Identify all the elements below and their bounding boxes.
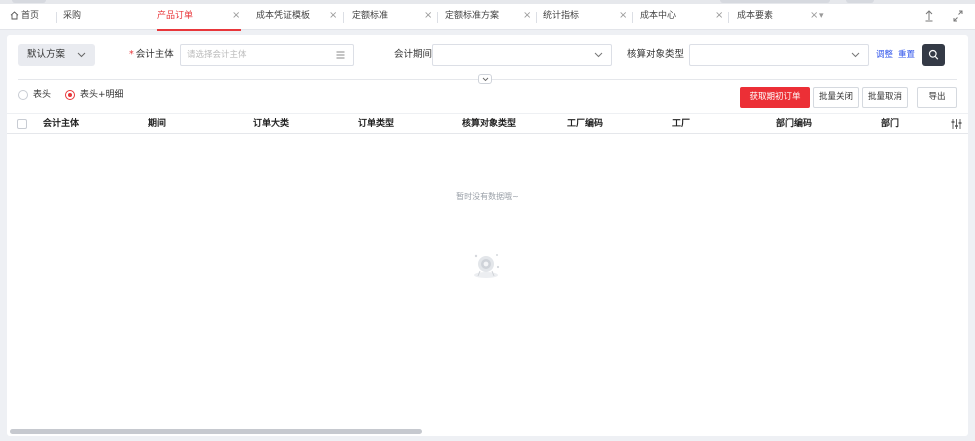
tab-more-chevron-icon[interactable]: ▾ [819,4,824,28]
radio-label: 表头 [33,90,52,100]
object-type-label: 核算对象类型 [627,49,685,60]
close-icon[interactable]: × [619,4,627,28]
tab-statistics-indicator[interactable]: 统计指标 × [543,4,627,30]
chevron-down-icon [594,45,603,73]
main-panel: 默认方案 * 会计主体 请选择会计主体 会计期间 核算对象类型 调整 重置 表头… [7,35,968,436]
scheme-select[interactable]: 默认方案 [18,44,95,66]
select-all-checkbox[interactable] [17,119,27,129]
table-body-empty [7,135,968,425]
column-header[interactable]: 核算对象类型 [462,114,516,134]
period-label: 会计期间 [394,49,433,60]
radio-header-only[interactable]: 表头 [18,88,51,102]
column-header[interactable]: 部门编码 [776,114,812,134]
period-select[interactable] [432,44,612,66]
entity-label-text: 会计主体 [135,49,174,60]
adjust-button[interactable]: 调整 [876,44,893,66]
top-strip-segment [720,0,830,3]
batch-close-button[interactable]: 批量关闭 [813,87,859,108]
scheme-value: 默认方案 [27,49,66,60]
empty-data-illustration [469,250,503,280]
tab-quota-standard[interactable]: 定额标准 × [352,4,432,30]
fetch-opening-orders-button[interactable]: 获取期初订单 [740,87,810,108]
required-mark: * [129,49,134,60]
empty-state-text: 暂时没有数据哦~ [456,192,519,201]
column-header[interactable]: 会计主体 [43,114,79,134]
list-icon[interactable] [336,45,345,73]
tab-cost-element[interactable]: 成本要素 × [737,4,821,30]
chevron-down-icon [77,44,86,75]
close-icon[interactable]: × [232,4,240,28]
tab-separator [536,12,537,23]
tab-label: 成本凭证模板 [256,11,311,21]
home-icon [10,11,19,20]
radio-label: 表头+明细 [80,90,124,100]
tab-separator [437,12,438,23]
tab-bar: 首页 采购 产品订单 × 成本凭证模板 × 定额标准 × 定额标准方案 × 统计… [0,4,975,31]
top-strip-segment [846,0,874,3]
tab-cost-voucher-template[interactable]: 成本凭证模板 × [256,4,339,30]
close-icon[interactable]: × [810,4,818,28]
tab-separator [343,12,344,23]
tab-label: 统计指标 [543,11,580,21]
tab-separator [728,12,729,23]
top-strip-segment [12,0,46,3]
close-icon[interactable]: × [715,4,723,28]
radio-header-detail[interactable]: 表头+明细 [65,88,124,102]
tab-purchase[interactable]: 采购 [63,4,81,30]
tab-home[interactable]: 首页 [10,4,39,30]
tab-label: 产品订单 [157,11,194,21]
radio-dot [65,90,75,100]
column-header[interactable]: 工厂编码 [567,114,603,134]
horizontal-scrollbar[interactable] [10,429,422,434]
chevron-down-icon [851,45,860,73]
entity-placeholder: 请选择会计主体 [187,50,247,60]
close-icon[interactable]: × [329,4,337,28]
entity-label: * 会计主体 [129,44,174,66]
column-settings-icon[interactable] [951,118,962,130]
column-header[interactable]: 工厂 [672,114,690,134]
tab-label: 首页 [21,11,40,21]
tab-product-order[interactable]: 产品订单 × [157,4,241,31]
radio-dot [18,90,28,100]
close-icon[interactable]: × [424,4,432,28]
tab-label: 定额标准方案 [445,11,500,21]
expand-icon[interactable] [952,9,964,23]
tab-quota-standard-scheme[interactable]: 定额标准方案 × [445,4,531,30]
tab-label: 成本要素 [737,11,774,21]
tab-label: 采购 [63,11,82,21]
reset-button[interactable]: 重置 [898,44,915,66]
tab-separator [56,12,57,23]
tab-label: 成本中心 [640,11,677,21]
column-header[interactable]: 期间 [148,114,166,134]
tab-separator [632,12,633,23]
column-header[interactable]: 部门 [881,114,899,134]
tab-cost-center[interactable]: 成本中心 × [640,4,723,30]
collapse-filter-button[interactable] [478,74,492,84]
object-type-select[interactable] [689,44,869,66]
tab-label: 定额标准 [352,11,389,21]
table-header: 会计主体 期间 订单大类 订单类型 核算对象类型 工厂编码 工厂 部门编码 部门 [7,113,968,134]
entity-input[interactable]: 请选择会计主体 [180,44,354,66]
export-button[interactable]: 导出 [917,87,957,108]
close-icon[interactable]: × [523,4,531,28]
column-header[interactable]: 订单类型 [358,114,394,134]
batch-cancel-button[interactable]: 批量取消 [862,87,908,108]
column-header[interactable]: 订单大类 [253,114,289,134]
pin-icon[interactable] [923,9,935,23]
search-button[interactable] [922,44,945,66]
